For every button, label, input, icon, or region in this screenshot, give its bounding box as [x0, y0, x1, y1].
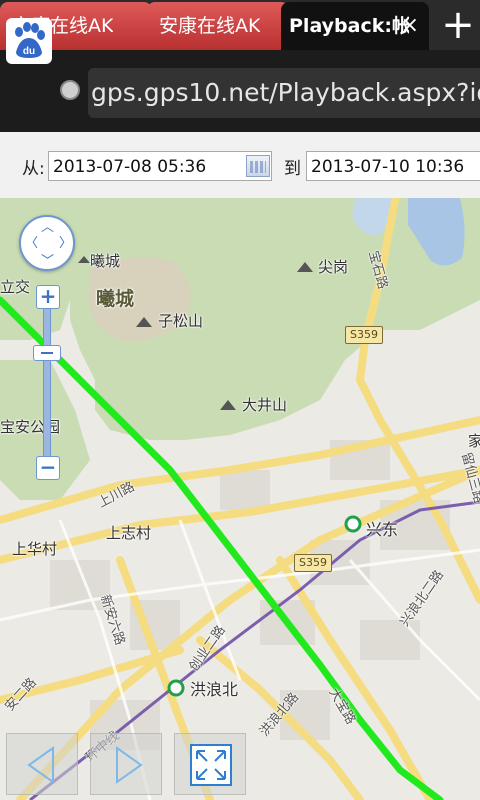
map-pan-control[interactable]: ︿ ﹀ 〈 〉	[19, 215, 75, 271]
baidu-paw-icon[interactable]: du	[6, 18, 52, 64]
pan-right-icon[interactable]: 〉	[59, 237, 72, 250]
playback-next-button[interactable]	[90, 733, 162, 795]
calendar-icon[interactable]	[246, 155, 270, 177]
prev-arrow-icon	[27, 746, 54, 784]
map-label-dajingshan: 大井山	[242, 396, 288, 414]
map-label-jiangang: 尖岗	[318, 258, 349, 276]
map-label-hanglangbei: 洪浪北	[190, 680, 239, 699]
zoom-in-button[interactable]: +	[36, 285, 60, 309]
fit-extent-icon	[190, 744, 232, 786]
map-label-shanghuacun: 上华村	[12, 540, 58, 558]
tab-2[interactable]: 安康在线AK	[147, 2, 289, 50]
map-label-baoan-park: 宝安公园	[0, 418, 61, 436]
route-shield-s359-b: S359	[294, 554, 332, 572]
tab-close-icon[interactable]: ×	[401, 2, 419, 50]
tab-active-label: Playback:帐	[289, 15, 409, 37]
map-label-xingdong: 兴东	[366, 520, 399, 539]
zoom-out-button[interactable]: −	[36, 456, 60, 480]
pan-up-icon[interactable]: ︿	[41, 221, 54, 234]
zoom-slider-handle[interactable]	[33, 345, 61, 361]
playback-fit-button[interactable]	[174, 733, 246, 795]
map-label-xicheng-small: 曦城	[90, 252, 121, 270]
pan-left-icon[interactable]: 〈	[25, 237, 38, 250]
from-date-input[interactable]: 2013-07-08 05:36	[48, 151, 272, 181]
new-tab-button[interactable]: +	[436, 5, 480, 46]
map-canvas	[0, 198, 480, 800]
map-label-shangzhicun: 上志村	[106, 524, 152, 542]
tab-active[interactable]: Playback:帐 ×	[281, 2, 429, 50]
pan-down-icon[interactable]: ﹀	[41, 255, 54, 268]
from-label: 从:	[22, 159, 45, 179]
map-label-lijiao: 立交	[0, 278, 31, 296]
route-shield-s359-a: S359	[345, 326, 383, 344]
tab-2-label: 安康在线AK	[159, 15, 261, 37]
map-label-xicheng-big: 曦城	[96, 288, 135, 310]
map-view[interactable]: 曦城 曦城 尖岗 子松山 大井山 立交 宝安公园 兴东 上志村 上华村 洪浪北 …	[0, 198, 480, 800]
zoom-rail[interactable]	[43, 308, 51, 476]
to-label: 到	[284, 159, 301, 179]
svg-text:du: du	[23, 46, 35, 57]
next-arrow-icon	[116, 746, 143, 784]
tab-strip: 安康在线AK 安康在线AK Playback:帐 × +	[0, 0, 480, 50]
globe-icon	[60, 80, 80, 100]
to-date-input[interactable]: 2013-07-10 10:36	[306, 151, 480, 181]
map-label-zisongshan: 子松山	[158, 312, 204, 330]
map-label-jia: 家	[468, 432, 480, 450]
url-input[interactable]: gps.gps10.net/Playback.aspx?id	[88, 68, 480, 118]
playback-prev-button[interactable]	[6, 733, 78, 795]
